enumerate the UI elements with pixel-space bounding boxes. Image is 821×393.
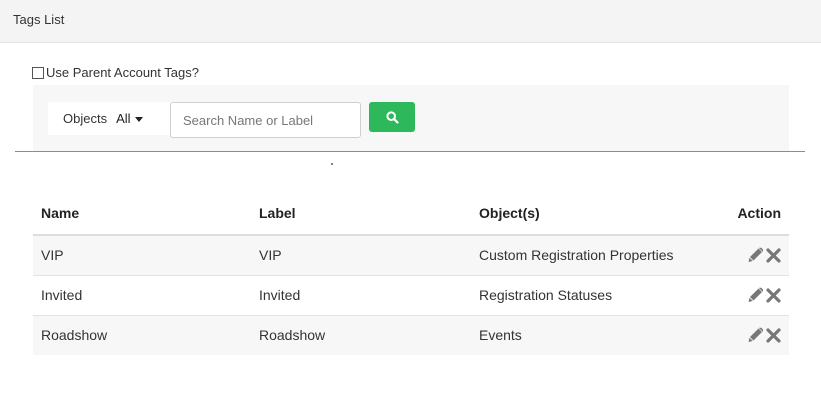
row-name: Invited — [33, 274, 251, 315]
page-title: Tags List — [13, 12, 65, 27]
row-name: Roadshow — [33, 314, 251, 355]
objects-selected-value[interactable]: All — [116, 111, 130, 126]
parent-tags-option[interactable]: Use Parent Account Tags? — [32, 65, 199, 80]
table-row: Roadshow Roadshow Events — [33, 314, 789, 355]
filter-bar: Objects All — [33, 85, 789, 151]
pencil-icon[interactable] — [747, 287, 764, 303]
column-header-objects[interactable]: Object(s) — [471, 191, 725, 236]
objects-label: Objects — [63, 111, 108, 126]
row-name: VIP — [33, 235, 251, 275]
caret-down-icon[interactable] — [134, 116, 143, 122]
page-header: Tags List — [0, 0, 821, 43]
tags-table: Name Label Object(s) Action VIP VIP Cust… — [33, 191, 789, 355]
search-button[interactable] — [369, 102, 415, 132]
stray-dot — [331, 163, 333, 165]
row-objects: Custom Registration Properties — [471, 235, 725, 275]
search-input[interactable] — [170, 102, 361, 138]
row-label: Roadshow — [251, 314, 471, 355]
pencil-icon[interactable] — [747, 327, 764, 343]
row-objects: Registration Statuses — [471, 274, 725, 315]
column-header-name[interactable]: Name — [33, 191, 251, 236]
filter-divider — [15, 151, 805, 152]
row-actions — [725, 235, 789, 275]
parent-tags-checkbox[interactable] — [32, 66, 44, 79]
x-icon[interactable] — [766, 248, 781, 263]
search-icon — [385, 110, 399, 124]
row-label: Invited — [251, 274, 471, 315]
row-label: VIP — [251, 235, 471, 275]
column-header-action: Action — [725, 191, 789, 236]
row-actions — [725, 274, 789, 315]
column-header-label[interactable]: Label — [251, 191, 471, 236]
table-row: VIP VIP Custom Registration Properties — [33, 235, 789, 275]
row-actions — [725, 314, 789, 355]
table-header-row: Name Label Object(s) Action — [33, 191, 789, 236]
parent-tags-label[interactable]: Use Parent Account Tags? — [46, 65, 199, 80]
row-objects: Events — [471, 314, 725, 355]
x-icon[interactable] — [766, 287, 781, 303]
x-icon[interactable] — [766, 328, 781, 343]
table-row: Invited Invited Registration Statuses — [33, 274, 789, 315]
pencil-icon[interactable] — [747, 247, 764, 263]
